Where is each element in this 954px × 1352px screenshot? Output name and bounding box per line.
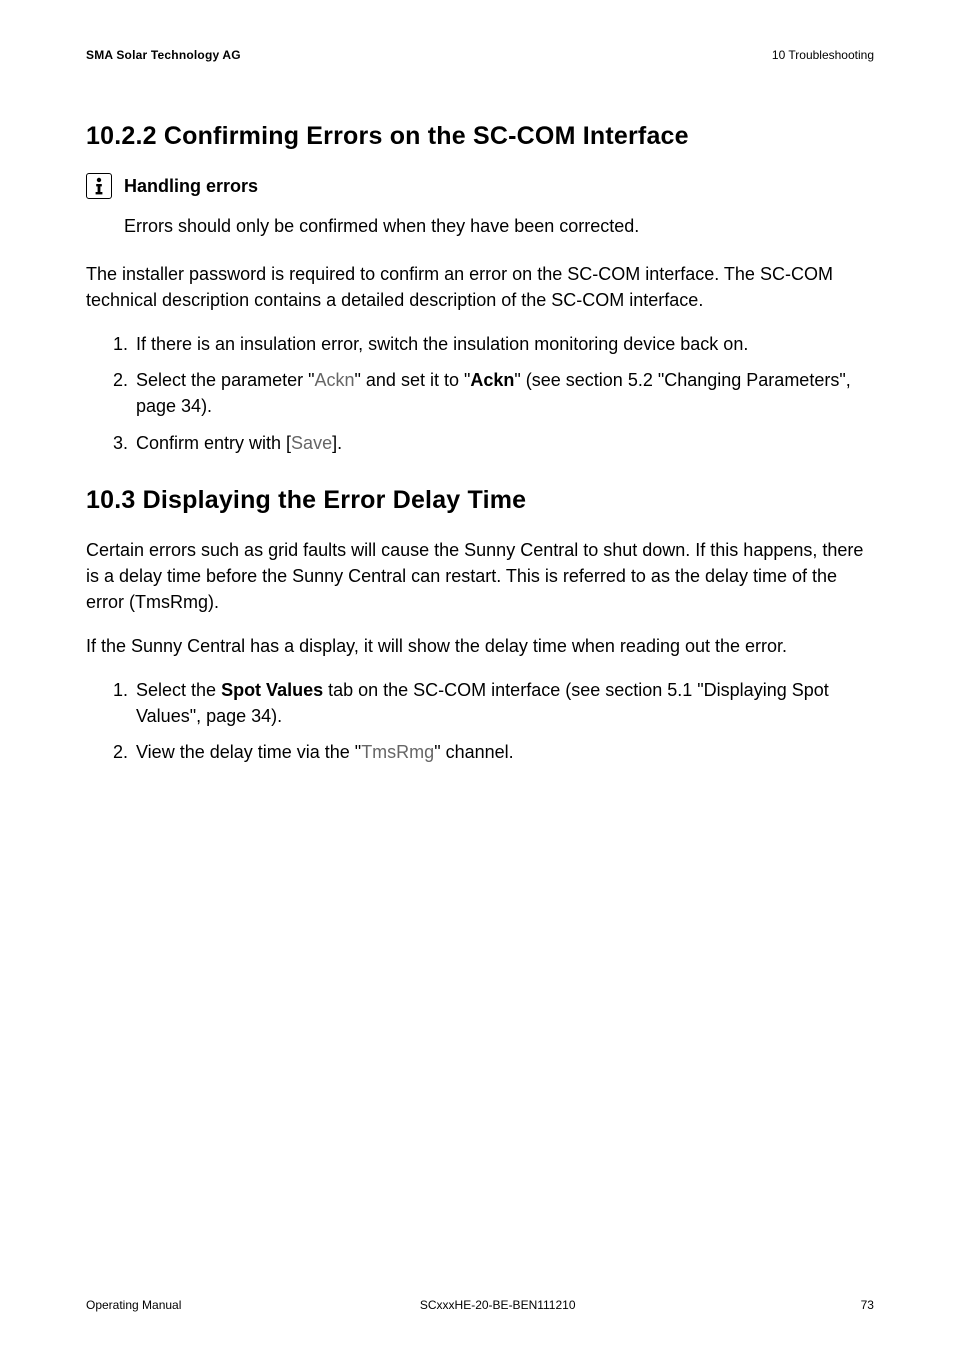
button-name: Save xyxy=(291,433,332,453)
section2-para2: If the Sunny Central has a display, it w… xyxy=(86,633,874,659)
page-header: SMA Solar Technology AG 10 Troubleshooti… xyxy=(86,48,874,62)
channel-name: TmsRmg xyxy=(361,742,434,762)
section1-steps: If there is an insulation error, switch … xyxy=(86,331,874,455)
footer-page-number: 73 xyxy=(814,1298,874,1312)
step-text: " and set it to " xyxy=(355,370,471,390)
footer-docid: SCxxxHE-20-BE-BEN111210 xyxy=(420,1298,576,1312)
step-text: " channel. xyxy=(434,742,513,762)
step-text: Select the xyxy=(136,680,221,700)
step-item: Select the parameter "Ackn" and set it t… xyxy=(114,367,874,419)
step-text: Select the parameter " xyxy=(136,370,314,390)
info-icon xyxy=(86,173,112,199)
step-text: ]. xyxy=(332,433,342,453)
section2-para1: Certain errors such as grid faults will … xyxy=(86,537,874,615)
step-text: If there is an insulation error, switch … xyxy=(136,334,748,354)
step-item: Select the Spot Values tab on the SC-COM… xyxy=(114,677,874,729)
section1-intro: The installer password is required to co… xyxy=(86,261,874,313)
note-title: Handling errors xyxy=(124,176,258,197)
param-value: Ackn xyxy=(470,370,514,390)
section-10-3-title: 10.3 Displaying the Error Delay Time xyxy=(86,486,874,515)
page-footer: Operating Manual SCxxxHE-20-BE-BEN111210… xyxy=(86,1298,874,1312)
step-item: If there is an insulation error, switch … xyxy=(114,331,874,357)
page-content: 10.2.2 Confirming Errors on the SC-COM I… xyxy=(86,122,874,1298)
header-company: SMA Solar Technology AG xyxy=(86,48,241,62)
header-chapter: 10 Troubleshooting xyxy=(772,48,874,62)
step-text: Confirm entry with [ xyxy=(136,433,291,453)
section-10-2-2-title: 10.2.2 Confirming Errors on the SC-COM I… xyxy=(86,122,874,151)
note-row: Handling errors xyxy=(86,173,874,199)
note-body: Errors should only be confirmed when the… xyxy=(124,213,874,239)
tab-name: Spot Values xyxy=(221,680,323,700)
section2-steps: Select the Spot Values tab on the SC-COM… xyxy=(86,677,874,765)
step-text: View the delay time via the " xyxy=(136,742,361,762)
param-name: Ackn xyxy=(314,370,354,390)
step-item: View the delay time via the "TmsRmg" cha… xyxy=(114,739,874,765)
footer-docname: Operating Manual xyxy=(86,1298,181,1312)
page: SMA Solar Technology AG 10 Troubleshooti… xyxy=(0,0,954,1352)
step-item: Confirm entry with [Save]. xyxy=(114,430,874,456)
